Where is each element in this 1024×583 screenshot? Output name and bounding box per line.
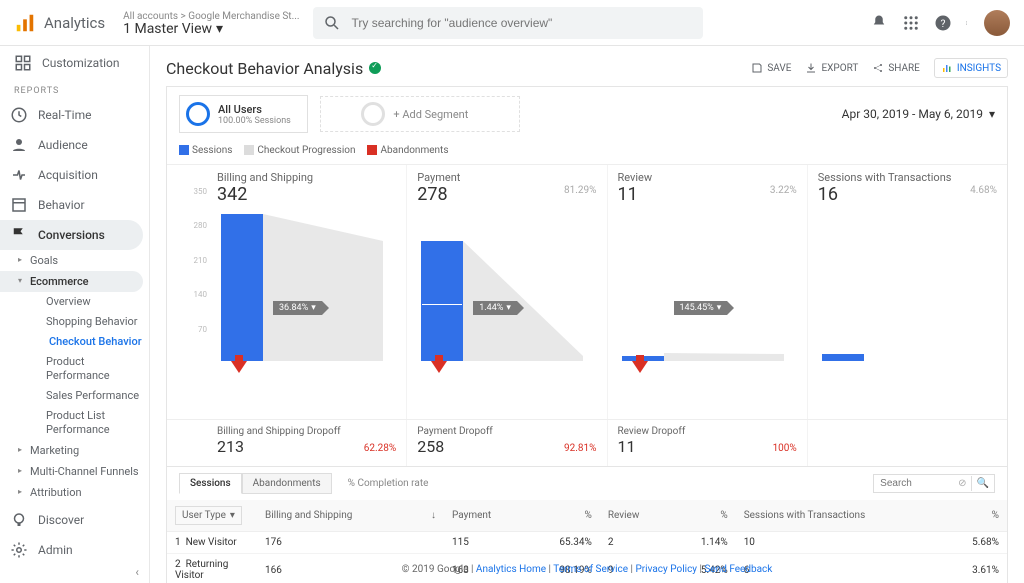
clear-icon[interactable]: ⊘ — [954, 478, 970, 489]
legend-box-icon — [244, 145, 254, 155]
date-range-selector[interactable]: Apr 30, 2019 - May 6, 2019▾ — [842, 107, 995, 121]
nav-sales-perf[interactable]: Sales Performance — [0, 386, 149, 406]
completion-rate-link[interactable]: % Completion rate — [348, 478, 429, 489]
footer-fb-link[interactable]: Send Feedback — [704, 564, 772, 575]
reports-label: REPORTS — [0, 80, 149, 100]
footer-pp-link[interactable]: Privacy Policy — [635, 564, 697, 575]
account-selector[interactable]: All accounts > Google Merchandise St... … — [123, 11, 299, 35]
nav-shopping[interactable]: Shopping Behavior — [0, 312, 149, 332]
nav-behavior[interactable]: Behavior — [0, 190, 149, 220]
table-row[interactable]: 1 New Visitor 176 11565.34% 21.14% 105.6… — [167, 532, 1007, 554]
nav-customization[interactable]: Customization — [0, 46, 149, 80]
help-icon[interactable]: ? — [934, 14, 952, 32]
bulb-icon — [10, 511, 28, 529]
export-button[interactable]: EXPORT — [805, 62, 858, 74]
verified-icon — [369, 62, 381, 74]
funnel-bar[interactable] — [822, 354, 864, 361]
tag-badge[interactable]: 1.44% ▾ — [473, 301, 517, 315]
share-button[interactable]: SHARE — [872, 62, 920, 74]
person-icon — [10, 136, 28, 154]
nav-attribution[interactable]: ▸Attribution — [0, 482, 149, 503]
nav-acquisition[interactable]: Acquisition — [0, 160, 149, 190]
sidebar: Customization REPORTS Real-Time Audience… — [0, 46, 150, 583]
drop-arrow-icon — [231, 361, 247, 373]
sort-icon[interactable]: ↓ — [412, 500, 444, 532]
insights-button[interactable]: INSIGHTS — [934, 58, 1008, 78]
legend-box-icon — [179, 145, 189, 155]
drop-arrow-icon — [632, 361, 648, 373]
behavior-icon — [10, 196, 28, 214]
gear-icon — [10, 541, 28, 559]
dashboard-icon — [14, 54, 32, 72]
nav-ecommerce[interactable]: ▾Ecommerce — [0, 271, 143, 292]
caret-icon: ▾ — [18, 276, 22, 285]
legend-box-icon — [367, 145, 377, 155]
search-go-icon[interactable]: 🔍 — [971, 476, 994, 491]
progression-shape — [263, 211, 383, 361]
clock-icon — [10, 106, 28, 124]
page-title: Checkout Behavior Analysis — [166, 59, 363, 78]
svg-text:?: ? — [941, 16, 946, 29]
caret-icon: ▸ — [18, 487, 22, 496]
analytics-logo-icon — [14, 12, 36, 34]
nav-discover[interactable]: Discover — [0, 505, 149, 535]
apps-icon[interactable] — [902, 14, 920, 32]
bell-icon[interactable] — [870, 14, 888, 32]
segment-all-users[interactable]: All Users100.00% Sessions — [179, 95, 308, 133]
table-search-input[interactable] — [874, 475, 954, 492]
drop-arrow-icon — [431, 361, 447, 373]
flag-icon — [10, 226, 28, 244]
save-button[interactable]: SAVE — [751, 62, 791, 74]
nav-product-perf[interactable]: Product Performance — [0, 352, 149, 386]
product-name: Analytics — [44, 14, 105, 32]
nav-checkout[interactable]: Checkout Behavior — [0, 332, 149, 352]
segment-circle-icon — [186, 102, 210, 126]
acquisition-icon — [10, 166, 28, 184]
view-name: 1 Master View — [123, 23, 212, 35]
tag-badge[interactable]: 145.45% ▾ — [674, 301, 728, 315]
search-box[interactable] — [313, 7, 703, 39]
nav-pl-perf[interactable]: Product List Performance — [0, 406, 149, 440]
avatar[interactable] — [984, 10, 1010, 36]
nav-realtime[interactable]: Real-Time — [0, 100, 149, 130]
tab-abandonments[interactable]: Abandonments — [242, 473, 332, 494]
user-type-selector[interactable]: User Type ▾ — [175, 506, 242, 525]
footer: © 2019 Google | Analytics Home | Terms o… — [150, 558, 1024, 581]
caret-icon: ▸ — [18, 466, 22, 475]
nav-mcf[interactable]: ▸Multi-Channel Funnels — [0, 461, 149, 482]
footer-home-link[interactable]: Analytics Home — [476, 564, 546, 575]
table-search[interactable]: ⊘ 🔍 — [873, 474, 995, 493]
add-segment-button[interactable]: + Add Segment — [320, 96, 520, 132]
caret-down-icon: ▾ — [216, 23, 223, 35]
nav-marketing[interactable]: ▸Marketing — [0, 440, 149, 461]
funnel-bar[interactable] — [221, 214, 263, 361]
nav-goals[interactable]: ▸Goals — [0, 250, 149, 271]
more-icon[interactable] — [966, 14, 970, 32]
insights-icon — [941, 62, 953, 74]
search-icon — [323, 14, 341, 32]
funnel-bar[interactable] — [421, 241, 463, 361]
funnel-chart: 35028021014070 Billing and Shipping 342 … — [167, 165, 1007, 419]
caret-icon: ▸ — [18, 445, 22, 454]
tag-badge[interactable]: 36.84% ▾ — [273, 301, 322, 315]
collapse-sidebar[interactable]: ‹ — [131, 561, 143, 583]
caret-down-icon: ▾ — [989, 107, 995, 121]
nav-admin[interactable]: Admin — [0, 535, 149, 565]
share-icon — [872, 62, 884, 74]
footer-tos-link[interactable]: Terms of Service — [553, 564, 628, 575]
save-icon — [751, 62, 763, 74]
tab-sessions[interactable]: Sessions — [179, 473, 242, 494]
plus-circle-icon — [361, 102, 385, 126]
search-input[interactable] — [351, 16, 693, 30]
progression-shape — [664, 353, 784, 361]
nav-audience[interactable]: Audience — [0, 130, 149, 160]
nav-conversions[interactable]: Conversions — [0, 220, 143, 250]
caret-icon: ▸ — [18, 255, 22, 264]
nav-overview[interactable]: Overview — [0, 292, 149, 312]
export-icon — [805, 62, 817, 74]
